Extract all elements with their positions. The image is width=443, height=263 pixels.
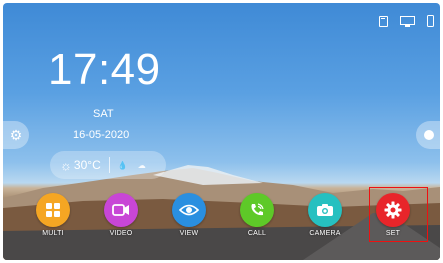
phone-call-icon [240,193,274,227]
gear-outline-icon: ⚙ [9,126,23,143]
app-label: VIDEO [109,230,133,237]
right-edge-button[interactable] [416,121,440,149]
phone-icon [427,15,434,27]
video-camera-icon [104,193,138,227]
app-label: MULTI [42,230,64,237]
app-multi[interactable]: MULTI [23,193,83,237]
app-video[interactable]: VIDEO [91,193,151,237]
eye-icon [172,193,206,227]
clock-time: 17:49 [48,45,161,94]
app-label: CAMERA [309,230,341,237]
clock-date: 16-05-2020 [73,129,130,141]
camera-icon [308,193,342,227]
sd-card-icon [379,15,388,27]
weather-temperature: 30°C [73,158,101,172]
selection-highlight [369,187,428,242]
sun-icon: ☼ [60,157,72,173]
app-call[interactable]: CALL [227,193,287,237]
monitor-icon [400,15,415,27]
weather-widget[interactable]: ☼ 30°C 💧 ☁ [50,151,166,179]
circle-icon [424,130,434,140]
app-view[interactable]: VIEW [159,193,219,237]
humidity-icon: 💧 [117,160,128,170]
weather-extra: 💧 ☁ [118,161,146,170]
app-label: VIEW [179,230,199,237]
status-bar [379,15,434,27]
clock-day: SAT [93,108,114,120]
app-label: CALL [247,230,267,237]
cloud-icon: ☁ [137,160,146,170]
weather-divider [108,157,110,173]
app-camera[interactable]: CAMERA [295,193,355,237]
grid-icon [36,193,70,227]
